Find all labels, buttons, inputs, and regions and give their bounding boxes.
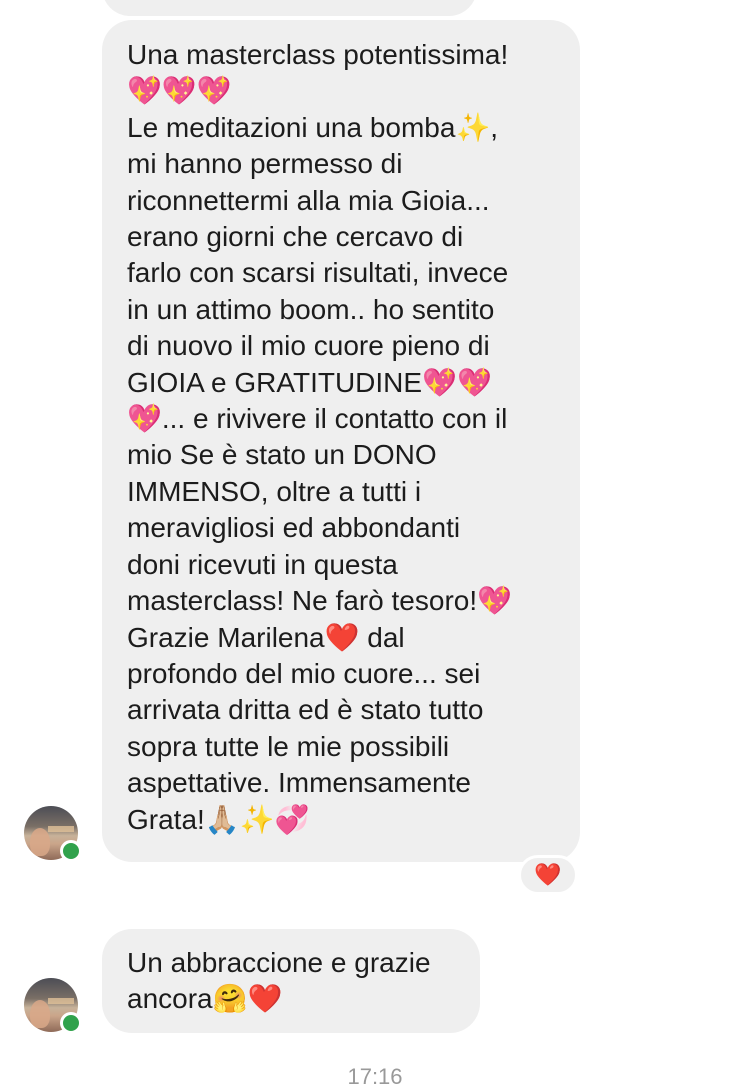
sender-avatar[interactable] — [24, 978, 82, 1034]
message-line: Una masterclass potentissima! — [127, 39, 509, 70]
heart-icon: ❤️ — [534, 862, 562, 887]
message-line: Un abbraccione e grazie — [127, 947, 431, 978]
message-line: erano giorni che cercavo di — [127, 221, 464, 253]
message-line: 💖💖💖 — [127, 75, 232, 107]
message-bubble-second[interactable]: Un abbraccione e grazie ancora🤗❤️ — [102, 929, 480, 1033]
message-line: GIOIA e GRATITUDINE💖💖 — [127, 366, 492, 398]
message-line: farlo con scarsi risultati, invece — [127, 257, 509, 289]
message-line: Grazie Marilena❤️ dal — [127, 621, 405, 653]
message-line: meravigliosi ed abbondanti — [127, 512, 461, 544]
message-line: 💖... e rivivere il contatto con il — [127, 403, 508, 435]
online-status-dot-icon — [60, 1012, 82, 1034]
message-line: IMMENSO, oltre a tutti i — [127, 475, 422, 507]
message-line: sopra tutte le mie possibili — [127, 730, 450, 762]
message-line: di nuovo il mio cuore pieno di — [127, 330, 490, 362]
message-line: arrivata dritta ed è stato tutto — [127, 694, 484, 726]
message-line: profondo del mio cuore... sei — [127, 657, 481, 689]
previous-message-bubble[interactable] — [102, 0, 477, 16]
message-line: riconnettermi alla mia Gioia... — [127, 184, 490, 216]
heart-reaction-badge[interactable]: ❤️ — [518, 855, 578, 895]
online-status-dot-icon — [60, 840, 82, 862]
message-line: doni ricevuti in questa — [127, 548, 398, 580]
message-bubble-main[interactable]: Una masterclass potentissima! 💖💖💖 Le med… — [102, 20, 580, 862]
message-line: Grata!🙏🏼✨💞 — [127, 803, 310, 835]
message-line: in un attimo boom.. ho sentito — [127, 293, 495, 325]
message-timestamp: 17:16 — [347, 1064, 403, 1089]
message-line: Le meditazioni una bomba✨, — [127, 111, 499, 143]
message-line: mio Se è stato un DONO — [127, 439, 437, 471]
message-line: ancora🤗❤️ — [127, 983, 283, 1015]
sender-avatar[interactable] — [24, 806, 82, 862]
message-line: aspettative. Immensamente — [127, 767, 471, 799]
message-line: masterclass! Ne farò tesoro!💖 — [127, 585, 512, 617]
message-line: mi hanno permesso di — [127, 148, 403, 180]
